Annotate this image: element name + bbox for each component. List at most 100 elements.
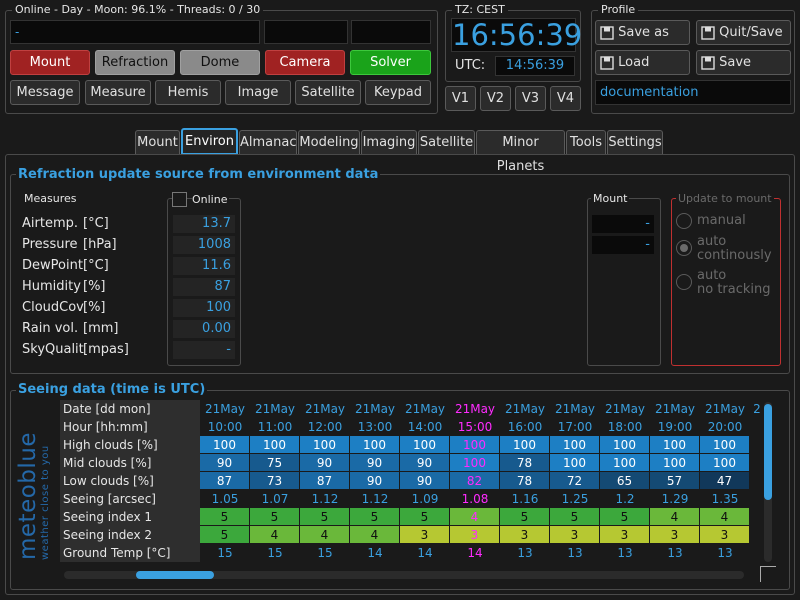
seeing-cell: 100	[550, 454, 600, 472]
seeing-cell: 21May	[254, 402, 296, 416]
radio-manual-label: manual	[697, 213, 746, 228]
seeing-cell	[750, 454, 764, 472]
pressure-unit: [hPa]	[83, 237, 117, 252]
tab-minor-planets[interactable]: Minor Planets	[476, 130, 565, 174]
seeing-vertical-scroll-thumb[interactable]	[764, 404, 772, 500]
seeing-cell: 5	[350, 508, 400, 526]
dewpoint-label: DewPoint	[22, 258, 83, 273]
seeing-cell: 2	[753, 402, 761, 416]
seeing-cell: 100	[700, 454, 750, 472]
seeing-horizontal-scrollbar[interactable]	[64, 571, 744, 579]
tab-modeling[interactable]: Modeling	[298, 130, 360, 155]
seeing-cell: 21May	[304, 402, 346, 416]
seeing-cell: 78	[500, 472, 550, 490]
seeing-cell	[750, 508, 764, 526]
seeing-cell: 10:00	[207, 420, 243, 434]
seeing-cell: 90	[400, 472, 450, 490]
seeing-cell: 100	[600, 454, 650, 472]
seeing-cell: 100	[550, 436, 600, 454]
tab-environ[interactable]: Environ	[181, 128, 238, 155]
seeing-row-low-clouds: Low clouds [%] 87 73 87 90 90 82 78 72 65 57 47	[60, 472, 764, 490]
seeing-cell: 3	[700, 526, 750, 544]
refraction-button[interactable]: Refraction	[95, 50, 175, 75]
seeing-cell: 21May	[554, 402, 596, 416]
mount-value-2: -	[592, 236, 654, 254]
v3-button[interactable]: V3	[515, 86, 546, 111]
seeing-row-label: Mid clouds [%]	[60, 454, 200, 472]
camera-button[interactable]: Camera	[265, 50, 345, 75]
radio-manual[interactable]	[676, 213, 692, 229]
online-checkbox[interactable]	[172, 192, 187, 207]
tab-almanac[interactable]: Almanac	[239, 130, 297, 155]
image-button[interactable]: Image	[225, 80, 291, 105]
tab-mount[interactable]: Mount	[135, 130, 180, 155]
seeing-cell: 100	[350, 436, 400, 454]
save-icon	[701, 55, 715, 70]
seeing-cell: 72	[550, 472, 600, 490]
measure-button[interactable]: Measure	[85, 80, 151, 105]
seeing-cell: 100	[450, 454, 500, 472]
mount-value-1: -	[592, 215, 654, 233]
seeing-row-label: Ground Temp [°C]	[60, 544, 200, 562]
dome-button[interactable]: Dome	[180, 50, 260, 75]
seeing-cell: 1.16	[511, 492, 539, 506]
radio-auto-no-tracking-label: auto	[697, 268, 727, 283]
seeing-cell: 1.29	[661, 492, 689, 506]
solver-button[interactable]: Solver	[350, 50, 431, 75]
seeing-cell: 90	[200, 454, 250, 472]
meteoblue-tagline: weather close to you	[40, 445, 51, 560]
satellite-button[interactable]: Satellite	[295, 80, 361, 105]
timezone-label: TZ: CEST	[452, 3, 508, 16]
status-text: Online - Day - Moon: 96.1% - Threads: 0 …	[12, 3, 264, 16]
seeing-cell: 14	[367, 546, 383, 560]
seeing-cell: 100	[700, 436, 750, 454]
seeing-cell: 3	[400, 526, 450, 544]
status-box-2	[264, 20, 348, 44]
v2-button[interactable]: V2	[480, 86, 511, 111]
utc-time-display: 14:56:39	[495, 56, 575, 76]
tab-tools[interactable]: Tools	[566, 130, 606, 155]
seeing-cell: 16:00	[507, 420, 543, 434]
seeing-cell: 1.25	[561, 492, 589, 506]
seeing-horizontal-scroll-thumb[interactable]	[136, 571, 214, 579]
v4-button[interactable]: V4	[550, 86, 581, 111]
seeing-cell: 100	[600, 436, 650, 454]
radio-auto-no-tracking-label-2: no tracking	[697, 282, 771, 297]
skyquality-value: -	[173, 341, 235, 359]
seeing-row-high-clouds: High clouds [%] 100 100 100 100 100 100 100 100 1…	[60, 436, 764, 454]
rain-value: 0.00	[173, 320, 235, 338]
update-mount-title: Update to mount	[676, 192, 774, 205]
seeing-cell: 87	[300, 472, 350, 490]
v1-button[interactable]: V1	[445, 86, 476, 111]
radio-auto-continous[interactable]	[676, 240, 692, 256]
seeing-cell: 100	[650, 454, 700, 472]
quit-save-label: Quit/Save	[719, 25, 783, 40]
message-button[interactable]: Message	[10, 80, 80, 105]
seeing-cell: 100	[400, 436, 450, 454]
seeing-row-ground-temp: Ground Temp [°C] 15 15 15 14 14 14 13 13 13 13 13	[60, 544, 764, 562]
seeing-cell	[750, 544, 764, 562]
profile-name-field[interactable]: documentation	[595, 80, 791, 105]
radio-auto-no-tracking[interactable]	[676, 274, 692, 290]
mount-button[interactable]: Mount	[10, 50, 90, 75]
keypad-button[interactable]: Keypad	[365, 80, 431, 105]
save-as-button[interactable]: Save as	[595, 20, 690, 45]
seeing-cell: 21May	[204, 402, 246, 416]
utc-label: UTC:	[455, 58, 486, 73]
quit-save-button[interactable]: Quit/Save	[696, 20, 791, 45]
seeing-cell: 15	[317, 546, 333, 560]
seeing-cell: 4	[300, 526, 350, 544]
resize-corner[interactable]	[760, 566, 776, 582]
load-button[interactable]: Load	[595, 50, 690, 75]
humidity-label: Humidity	[22, 279, 81, 294]
skyquality-unit: [mpas]	[83, 342, 129, 357]
seeing-cell	[750, 490, 764, 508]
tab-settings[interactable]: Settings	[607, 130, 663, 155]
seeing-cell: 13	[667, 546, 683, 560]
seeing-vertical-scrollbar[interactable]	[764, 402, 772, 562]
save-button[interactable]: Save	[696, 50, 791, 75]
seeing-cell: 14:00	[407, 420, 443, 434]
tab-satellite[interactable]: Satellite	[418, 130, 475, 155]
tab-imaging[interactable]: Imaging	[361, 130, 417, 155]
hemis-button[interactable]: Hemis	[155, 80, 221, 105]
